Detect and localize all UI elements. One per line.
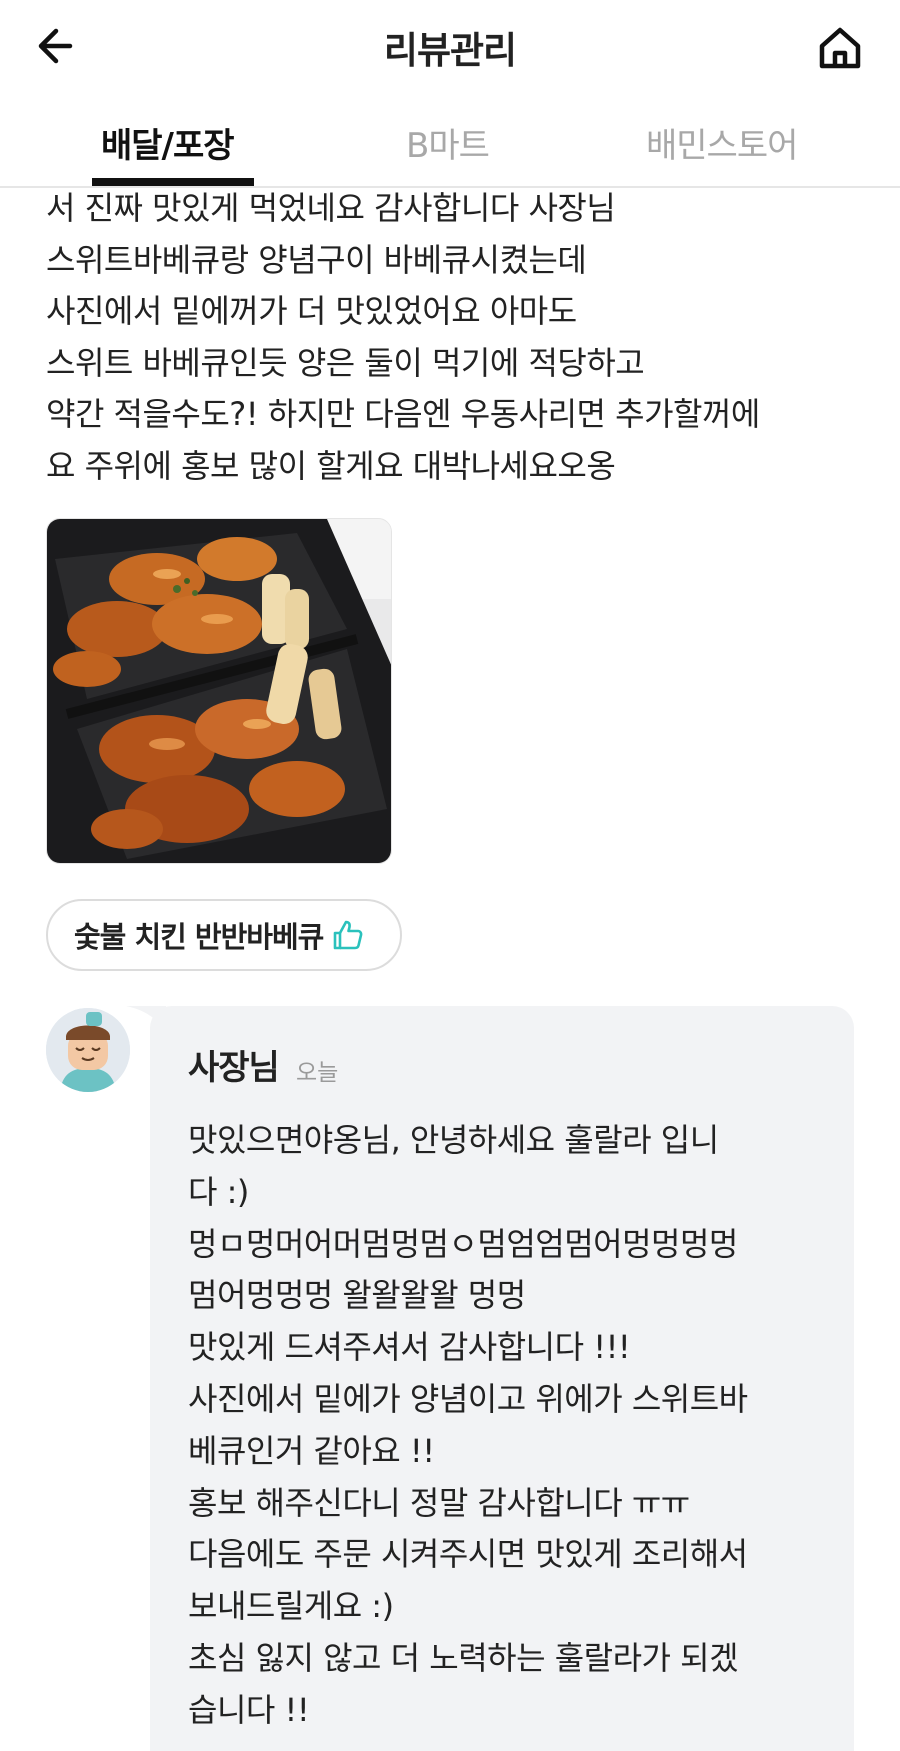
review-text: 서 진짜 맛있게 먹었네요 감사합니다 사장님 스위트바베큐랑 양념구이 바베큐…	[46, 183, 866, 492]
reply-author: 사장님	[188, 1048, 280, 1088]
review-line: 약간 적을수도?! 하지만 다음엔 우동사리면 추가할꺼에	[46, 395, 760, 433]
tab-delivery[interactable]: 배달/포장	[101, 118, 235, 167]
reply-text: 맛있으면야옹님, 안녕하세요 훌랄라 입니 다 :) 멍ㅁ멍머어머멈멍멈ㅇ멈엄엄…	[188, 1115, 828, 1737]
review-line: 요 주위에 홍보 많이 할게요 대박나세요오옹	[46, 446, 616, 485]
home-button[interactable]	[812, 20, 868, 76]
reply-time: 오늘	[296, 1060, 339, 1086]
reply-line: 베큐인거 같아요 !!	[188, 1431, 435, 1470]
owner-avatar-icon	[46, 1008, 130, 1092]
review-photo[interactable]	[46, 518, 392, 864]
tab-baemin-store[interactable]: 배민스토어	[646, 118, 798, 167]
review-line: 스위트바베큐랑 양념구이 바베큐시켰는데	[46, 240, 587, 279]
reply-line: 다음에도 주문 시켜주시면 맛있게 조리해서	[188, 1535, 748, 1574]
food-photo	[47, 519, 391, 863]
page-title: 리뷰관리	[383, 29, 517, 72]
reply-line: 홍보 해주신다니 정말 감사합니다 ㅠㅠ	[188, 1483, 690, 1522]
review-line: 사진에서 밑에꺼가 더 맛있었어요 아마도	[46, 292, 577, 330]
reply-line: 다 :)	[188, 1172, 249, 1211]
tab-bmart[interactable]: B마트	[406, 118, 490, 167]
review-line: 서 진짜 맛있게 먹었네요 감사합니다 사장님	[46, 189, 616, 227]
reply-line: 습니다 !!	[188, 1690, 310, 1729]
reply-line: 멍ㅁ멍머어머멈멍멈ㅇ멈엄엄멈어멍멍멍멍	[188, 1224, 738, 1263]
owner-avatar	[46, 1008, 130, 1092]
home-icon	[819, 27, 861, 69]
app-header: 리뷰관리	[0, 0, 900, 96]
menu-chip-label: 숯불 치킨 반반바베큐	[74, 920, 324, 954]
tab-bar: 배달/포장 B마트 배민스토어	[0, 96, 900, 188]
reply-line: 사진에서 밑에가 양념이고 위에가 스위트바	[188, 1379, 748, 1418]
reply-line: 맛있으면야옹님, 안녕하세요 훌랄라 입니	[188, 1121, 719, 1159]
menu-chip[interactable]: 숯불 치킨 반반바베큐	[46, 899, 402, 971]
reply-line: 맛있게 드셔주셔서 감사합니다 !!!	[188, 1328, 631, 1367]
review-line: 스위트 바베큐인듯 양은 둘이 먹기에 적당하고	[46, 343, 645, 382]
reply-line: 초심 잃지 않고 더 노력하는 훌랄라가 되겠	[188, 1638, 739, 1677]
reply-line: 멈어멍멍멍 왈왈왈왈 멍멍	[188, 1276, 526, 1315]
thumbs-up-icon	[334, 920, 363, 950]
reply-line: 보내드릴게요 :)	[188, 1587, 394, 1626]
